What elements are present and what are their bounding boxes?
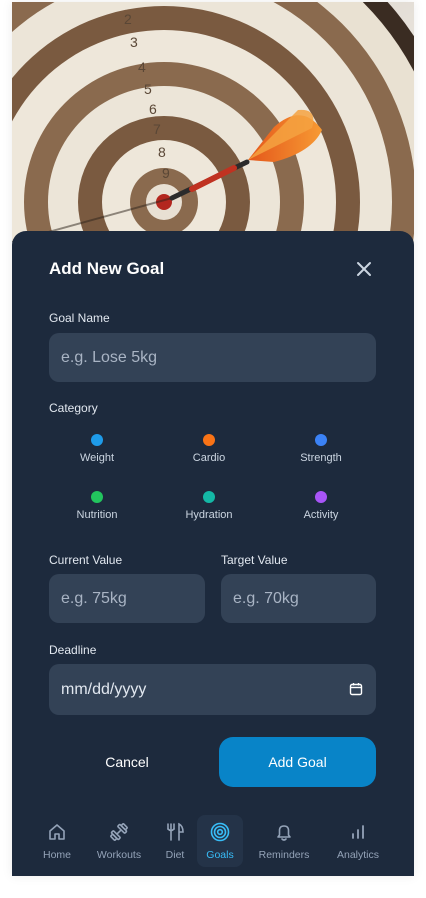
nav-label-reminders: Reminders <box>258 849 310 861</box>
close-button[interactable] <box>350 255 378 283</box>
category-strength[interactable]: Strength <box>266 434 376 464</box>
bar-chart-icon <box>352 825 364 839</box>
nav-item-home[interactable]: Home <box>27 815 87 867</box>
nav-label-diet: Diet <box>165 849 185 861</box>
bottom-nav: Home Workouts Diet Goals Reminders Analy… <box>12 815 414 875</box>
category-hydration[interactable]: Hydration <box>154 491 264 521</box>
sheet-title: Add New Goal <box>49 259 165 278</box>
category-label-nutrition: Nutrition <box>76 509 118 521</box>
add-goal-button[interactable]: Add Goal <box>219 737 376 787</box>
cardio-dot-icon <box>203 434 215 446</box>
category-activity[interactable]: Activity <box>266 491 376 521</box>
nav-item-analytics[interactable]: Analytics <box>328 815 388 867</box>
svg-text:6: 6 <box>149 101 157 117</box>
svg-text:2: 2 <box>124 11 132 27</box>
weight-dot-icon <box>91 434 103 446</box>
target-value-label: Target Value <box>221 553 288 567</box>
nav-label-goals: Goals <box>206 849 234 861</box>
utensils-icon <box>167 822 184 841</box>
svg-text:4: 4 <box>138 59 146 75</box>
svg-text:7: 7 <box>153 121 161 137</box>
target-value-placeholder: e.g. 70kg <box>233 589 299 607</box>
svg-text:3: 3 <box>130 34 138 50</box>
category-label-strength: Strength <box>300 452 342 464</box>
svg-text:9: 9 <box>162 165 170 181</box>
current-value-label: Current Value <box>49 553 123 567</box>
goal-name-input[interactable]: e.g. Lose 5kg <box>49 333 376 382</box>
target-icon <box>210 822 230 842</box>
dumbbell-icon <box>110 823 128 841</box>
category-label-hydration: Hydration <box>185 509 233 521</box>
deadline-label: Deadline <box>49 643 97 657</box>
goal-name-label: Goal Name <box>49 311 110 325</box>
home-icon <box>49 824 65 840</box>
calendar-icon[interactable] <box>349 682 363 696</box>
nav-item-workouts[interactable]: Workouts <box>89 815 149 867</box>
nav-item-goals[interactable]: Goals <box>197 815 243 867</box>
category-weight[interactable]: Weight <box>42 434 152 464</box>
add-goal-sheet: Add New Goal Goal Name e.g. Lose 5kg Cat… <box>12 231 414 876</box>
category-nutrition[interactable]: Nutrition <box>42 491 152 521</box>
bell-icon <box>277 825 291 841</box>
goal-name-placeholder: e.g. Lose 5kg <box>61 348 158 366</box>
target-value-input[interactable]: e.g. 70kg <box>221 574 376 623</box>
deadline-placeholder: mm/dd/yyyy <box>61 680 147 698</box>
nav-label-home: Home <box>42 849 71 861</box>
category-label: Category <box>49 401 98 415</box>
category-cardio[interactable]: Cardio <box>154 434 264 464</box>
nav-item-reminders[interactable]: Reminders <box>254 815 314 867</box>
close-icon <box>357 262 371 276</box>
cancel-button[interactable]: Cancel <box>49 737 205 787</box>
svg-text:8: 8 <box>158 144 166 160</box>
current-value-input[interactable]: e.g. 75kg <box>49 574 205 623</box>
strength-dot-icon <box>315 434 327 446</box>
activity-dot-icon <box>315 491 327 503</box>
hero-image-dartboard: 2 3 4 5 6 7 8 9 <box>12 2 414 242</box>
nav-label-workouts: Workouts <box>96 849 142 861</box>
phone-frame: 2 3 4 5 6 7 8 9 Add New Goal Goal Name e… <box>12 2 414 876</box>
category-label-activity: Activity <box>303 509 339 521</box>
svg-text:5: 5 <box>144 81 152 97</box>
deadline-input[interactable]: mm/dd/yyyy <box>49 664 376 715</box>
nutrition-dot-icon <box>91 491 103 503</box>
nav-item-diet[interactable]: Diet <box>145 815 205 867</box>
category-label-cardio: Cardio <box>192 452 226 464</box>
category-label-weight: Weight <box>79 452 115 464</box>
hydration-dot-icon <box>203 491 215 503</box>
current-value-placeholder: e.g. 75kg <box>61 589 127 607</box>
nav-label-analytics: Analytics <box>336 849 379 861</box>
